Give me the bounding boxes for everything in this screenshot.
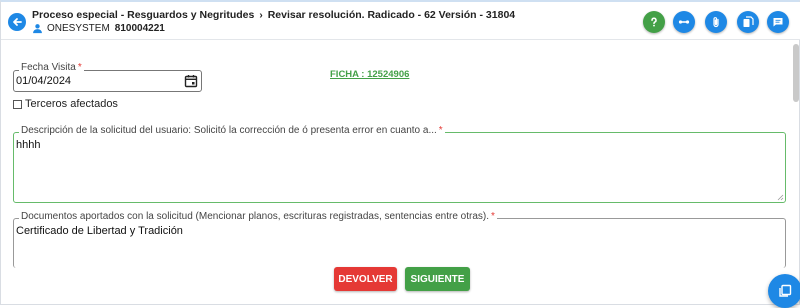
fecha-visita-input[interactable] <box>16 75 176 87</box>
ficha-link[interactable]: FICHA : 12524906 <box>330 69 409 80</box>
documentos-label: Documentos aportados con la solicitud (M… <box>19 211 497 222</box>
terceros-checkbox-label: Terceros afectados <box>25 98 118 110</box>
documents-button[interactable] <box>737 11 759 33</box>
breadcrumb: Proceso especial - Resguardos y Negritud… <box>32 9 515 21</box>
scrollbar[interactable] <box>793 44 799 102</box>
header-bar: Proceso especial - Resguardos y Negritud… <box>1 2 800 40</box>
terceros-checkbox[interactable] <box>13 99 22 109</box>
descripcion-textarea[interactable]: Descripción de la solicitud del usuario:… <box>13 125 786 203</box>
app-frame: Proceso especial - Resguardos y Negritud… <box>0 0 800 308</box>
siguiente-button[interactable]: SIGUIENTE <box>405 267 470 291</box>
documentos-value[interactable]: Certificado de Libertad y Tradición <box>16 225 183 237</box>
copy-icon <box>779 284 792 297</box>
system-info: ONESYSTEM 810004221 <box>32 23 165 34</box>
calendar-icon[interactable] <box>184 74 198 88</box>
fecha-visita-field[interactable]: Fecha Visita * <box>13 62 202 92</box>
attachment-icon <box>713 17 719 28</box>
link-button[interactable] <box>673 11 695 33</box>
resize-handle-icon[interactable] <box>777 194 784 201</box>
descripcion-value[interactable]: hhhh <box>16 139 40 151</box>
arrow-left-icon <box>13 18 22 26</box>
chevron-right-icon: › <box>259 9 263 21</box>
link-icon <box>678 20 690 24</box>
user-icon <box>33 24 42 34</box>
documents-icon <box>743 16 754 27</box>
breadcrumb-process: Proceso especial - Resguardos y Negritud… <box>32 9 255 21</box>
chat-icon <box>773 18 783 27</box>
breadcrumb-step: Revisar resolución. Radicado - 62 Versió… <box>267 9 516 21</box>
chat-button[interactable] <box>767 11 789 33</box>
back-button[interactable] <box>8 13 26 31</box>
system-name: ONESYSTEM <box>47 23 110 34</box>
attachment-button[interactable] <box>705 11 727 33</box>
terceros-checkbox-row[interactable]: Terceros afectados <box>13 98 118 110</box>
system-id: 810004221 <box>114 23 165 34</box>
fecha-visita-label: Fecha Visita * <box>19 62 84 73</box>
descripcion-label: Descripción de la solicitud del usuario:… <box>19 125 445 136</box>
documentos-textarea[interactable]: Documentos aportados con la solicitud (M… <box>13 211 786 268</box>
devolver-button[interactable]: DEVOLVER <box>334 267 397 291</box>
help-button[interactable] <box>643 11 665 33</box>
help-icon <box>651 17 657 27</box>
copy-fab-button[interactable] <box>768 274 800 308</box>
